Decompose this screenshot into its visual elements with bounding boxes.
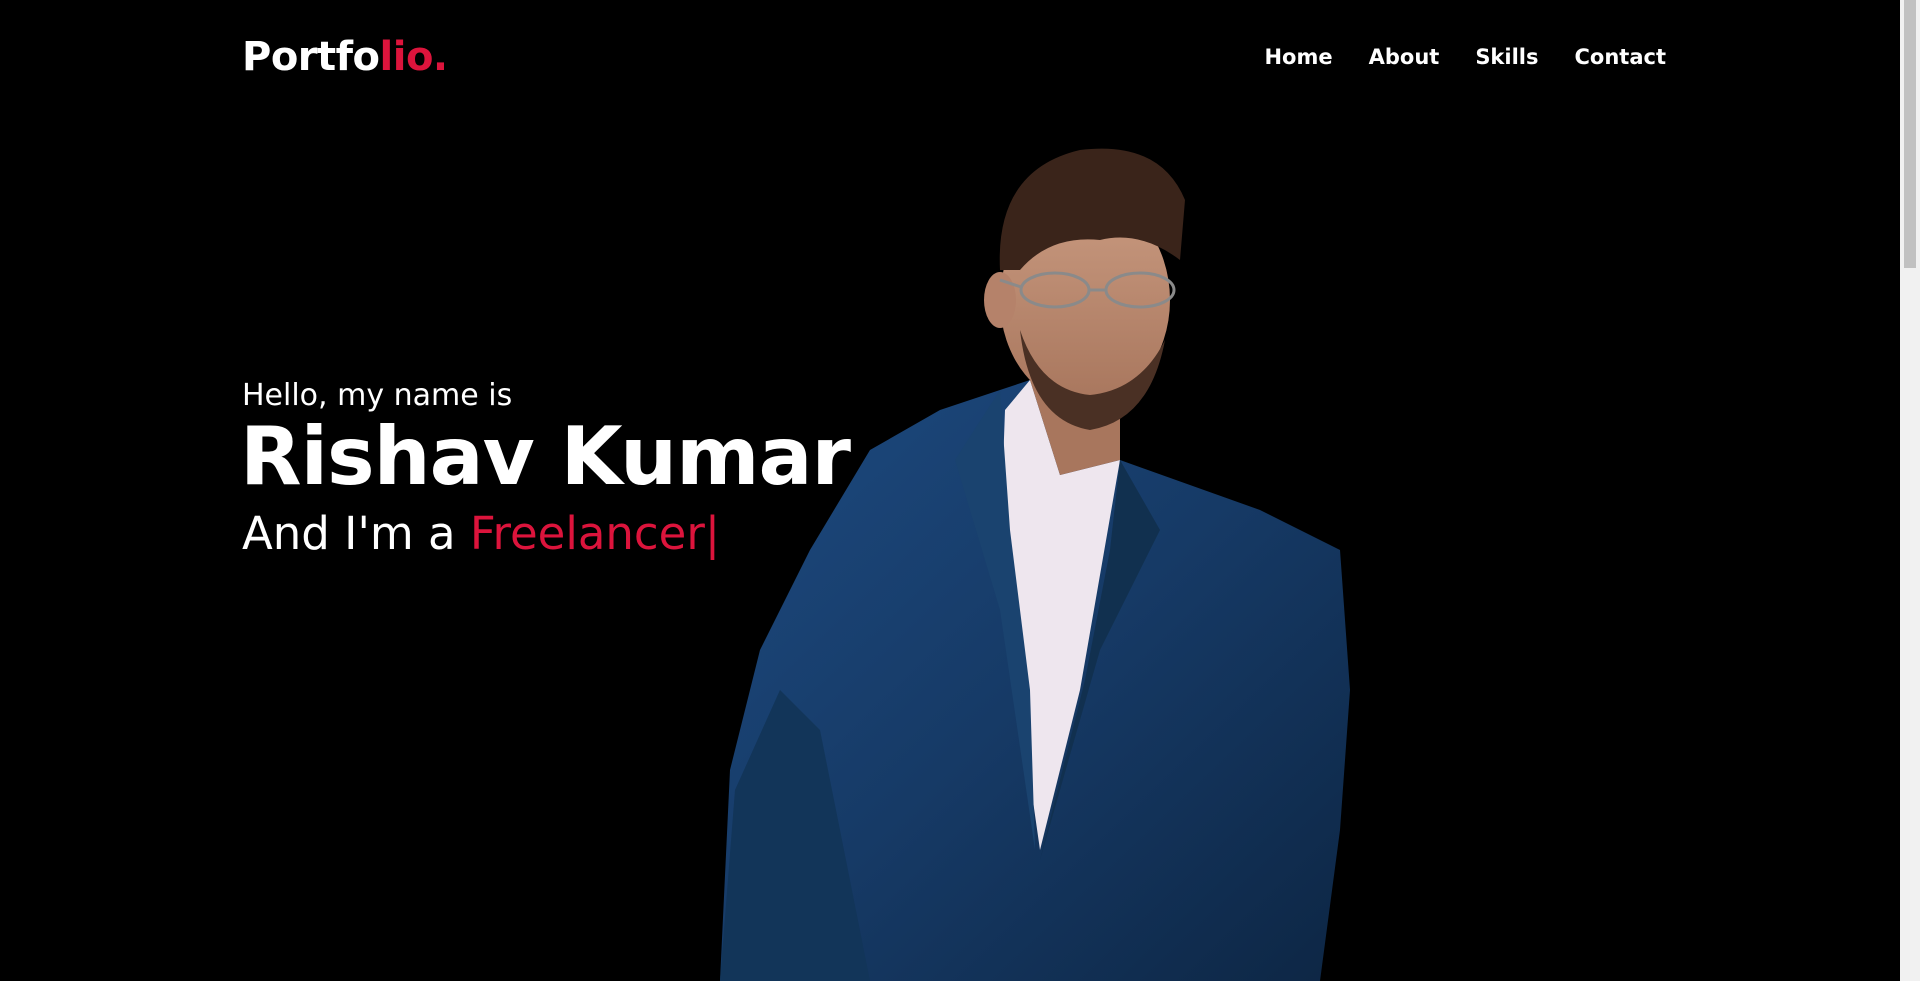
nav-link-about[interactable]: About	[1369, 45, 1440, 69]
navbar: Portfolio. Home About Skills Contact	[0, 0, 1900, 120]
hero-role: Freelancer	[469, 507, 705, 560]
typing-cursor: |	[704, 507, 721, 560]
nav-link-home[interactable]: Home	[1264, 45, 1332, 69]
logo[interactable]: Portfolio.	[242, 34, 448, 80]
hero-greeting: Hello, my name is	[242, 378, 513, 413]
nav-menu: Home About Skills Contact	[1264, 45, 1666, 69]
page-scrollbar[interactable]	[1900, 0, 1920, 981]
logo-text-accent: lio.	[379, 34, 449, 80]
page: Portfolio. Home About Skills Contact Hel…	[0, 0, 1920, 981]
nav-link-contact[interactable]: Contact	[1575, 45, 1667, 69]
scrollbar-thumb[interactable]	[1904, 0, 1916, 268]
hero-section: Hello, my name is Rishav Kumar And I'm a…	[240, 378, 851, 560]
hero-role-line: And I'm a Freelancer|	[242, 507, 850, 560]
nav-link-skills[interactable]: Skills	[1475, 45, 1538, 69]
hero-name: Rishav Kumar	[240, 410, 851, 503]
hero-role-prefix: And I'm a	[242, 507, 470, 560]
logo-text-main: Portfo	[242, 34, 380, 80]
